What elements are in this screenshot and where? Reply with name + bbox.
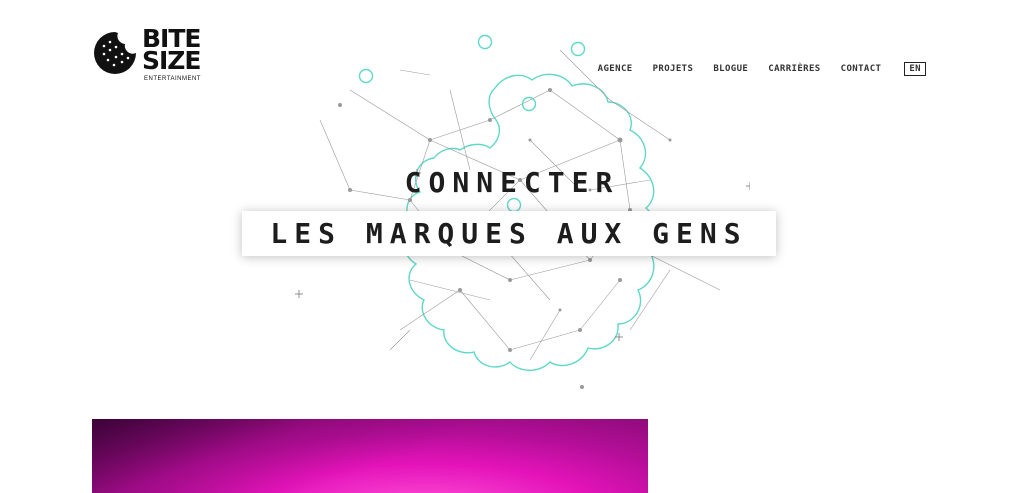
image-shading [92, 419, 648, 493]
brand-logo[interactable]: BITE SIZE ENTERTAINMENT [92, 26, 217, 86]
hero-headline-box: LES MARQUES AUX GENS [242, 211, 776, 256]
nav-item-contact[interactable]: CONTACT [841, 64, 882, 74]
language-toggle[interactable]: EN [904, 62, 926, 76]
featured-project-image[interactable] [92, 419, 648, 493]
nav-item-carrieres[interactable]: CARRIÈRES [768, 64, 820, 74]
logo-subtitle: ENTERTAINMENT [144, 76, 201, 82]
hero-headline-line1: CONNECTER [404, 166, 620, 199]
cookie-logo-icon [94, 32, 136, 74]
hero-headline-line2: LES MARQUES AUX GENS [270, 217, 748, 250]
logo-line2: SIZE [142, 46, 202, 75]
logo-wordmark: BITE SIZE [142, 26, 202, 75]
